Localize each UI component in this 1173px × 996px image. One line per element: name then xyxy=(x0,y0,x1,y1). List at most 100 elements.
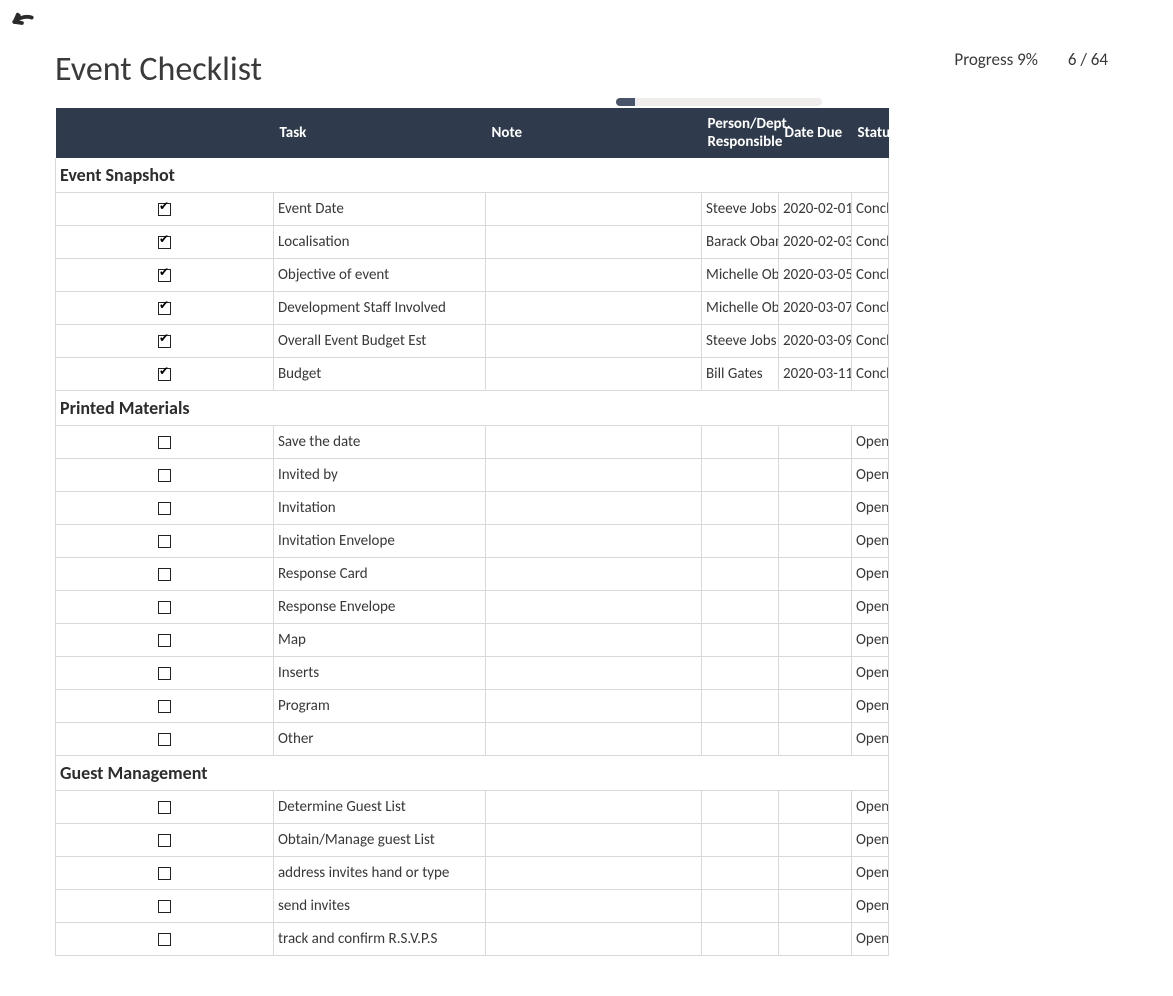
checkbox[interactable] xyxy=(158,502,171,515)
table-header: Task Note Person/Dept. Responsible Date … xyxy=(56,108,889,158)
checkbox[interactable] xyxy=(158,203,171,216)
table-row: Response EnvelopeOpened xyxy=(56,591,889,624)
checkbox[interactable] xyxy=(158,436,171,449)
table-row: ProgramOpened xyxy=(56,690,889,723)
task-cell: Invitation Envelope xyxy=(274,525,486,558)
person-cell xyxy=(702,459,779,492)
back-arrow-icon[interactable] xyxy=(10,10,36,36)
status-cell: Concluded xyxy=(852,292,889,325)
table-row: Overall Event Budget EstSteeve Jobs2020-… xyxy=(56,325,889,358)
note-cell xyxy=(486,624,702,657)
checkbox[interactable] xyxy=(158,236,171,249)
person-cell xyxy=(702,591,779,624)
person-cell: Bill Gates xyxy=(702,358,779,391)
task-cell: track and confirm R.S.V.P.S xyxy=(274,923,486,956)
status-cell: Opened xyxy=(852,492,889,525)
note-cell xyxy=(486,591,702,624)
note-cell xyxy=(486,459,702,492)
progress-label: Progress 9% xyxy=(954,49,1037,70)
person-cell xyxy=(702,723,779,756)
status-cell: Opened xyxy=(852,558,889,591)
note-cell xyxy=(486,723,702,756)
checkbox[interactable] xyxy=(158,634,171,647)
task-cell: Overall Event Budget Est xyxy=(274,325,486,358)
note-cell xyxy=(486,791,702,824)
checkbox[interactable] xyxy=(158,601,171,614)
table-row: Determine Guest ListOpened xyxy=(56,791,889,824)
person-cell: Barack Obama xyxy=(702,226,779,259)
table-row: InsertsOpened xyxy=(56,657,889,690)
status-cell: Opened xyxy=(852,923,889,956)
task-cell: Determine Guest List xyxy=(274,791,486,824)
progress-count: 6 / 64 xyxy=(1068,49,1108,70)
checkbox[interactable] xyxy=(158,269,171,282)
table-row: OtherOpened xyxy=(56,723,889,756)
checkbox[interactable] xyxy=(158,335,171,348)
status-cell: Concluded xyxy=(852,226,889,259)
person-cell: Steeve Jobs xyxy=(702,325,779,358)
checkbox[interactable] xyxy=(158,535,171,548)
section-header: Guest Management xyxy=(56,756,889,791)
checkbox[interactable] xyxy=(158,867,171,880)
status-cell: Opened xyxy=(852,657,889,690)
note-cell xyxy=(486,292,702,325)
status-cell: Opened xyxy=(852,857,889,890)
person-cell xyxy=(702,558,779,591)
task-cell: Objective of event xyxy=(274,259,486,292)
checkbox[interactable] xyxy=(158,900,171,913)
note-cell xyxy=(486,358,702,391)
due-cell xyxy=(779,791,852,824)
due-cell xyxy=(779,525,852,558)
checkbox[interactable] xyxy=(158,469,171,482)
table-row: Map Opened xyxy=(56,624,889,657)
checkbox[interactable] xyxy=(158,667,171,680)
checkbox[interactable] xyxy=(158,368,171,381)
person-cell xyxy=(702,624,779,657)
person-cell xyxy=(702,426,779,459)
checkbox[interactable] xyxy=(158,700,171,713)
task-cell: Localisation xyxy=(274,226,486,259)
status-cell: Opened xyxy=(852,426,889,459)
table-row: Obtain/Manage guest ListOpened xyxy=(56,824,889,857)
note-cell xyxy=(486,690,702,723)
checkbox[interactable] xyxy=(158,733,171,746)
section-header: Event Snapshot xyxy=(56,158,889,193)
due-cell xyxy=(779,723,852,756)
status-cell: Opened xyxy=(852,624,889,657)
note-cell xyxy=(486,824,702,857)
task-cell: Save the date xyxy=(274,426,486,459)
due-cell xyxy=(779,591,852,624)
task-cell: Budget xyxy=(274,358,486,391)
section-header: Printed Materials xyxy=(56,391,889,426)
note-cell xyxy=(486,426,702,459)
table-row: Objective of eventMichelle Obama2020-03-… xyxy=(56,259,889,292)
note-cell xyxy=(486,325,702,358)
table-row: send invitesOpened xyxy=(56,890,889,923)
person-cell xyxy=(702,890,779,923)
due-cell xyxy=(779,426,852,459)
status-cell: Opened xyxy=(852,591,889,624)
checkbox[interactable] xyxy=(158,834,171,847)
status-cell: Opened xyxy=(852,525,889,558)
checkbox[interactable] xyxy=(158,801,171,814)
table-row: track and confirm R.S.V.P.S Opened xyxy=(56,923,889,956)
table-row: Development Staff InvolvedMichelle Obama… xyxy=(56,292,889,325)
checklist-table: Task Note Person/Dept. Responsible Date … xyxy=(55,108,889,956)
checkbox[interactable] xyxy=(158,568,171,581)
person-cell xyxy=(702,525,779,558)
person-cell xyxy=(702,857,779,890)
task-cell: send invites xyxy=(274,890,486,923)
person-cell: Michelle Obama xyxy=(702,259,779,292)
status-cell: Opened xyxy=(852,723,889,756)
checkbox[interactable] xyxy=(158,933,171,946)
task-cell: Invitation xyxy=(274,492,486,525)
checkbox[interactable] xyxy=(158,302,171,315)
task-cell: Map xyxy=(274,624,486,657)
person-cell xyxy=(702,923,779,956)
note-cell xyxy=(486,193,702,226)
table-row: Invitation Envelope Opened xyxy=(56,525,889,558)
due-cell xyxy=(779,459,852,492)
note-cell xyxy=(486,558,702,591)
table-row: Save the date Opened xyxy=(56,426,889,459)
due-cell: 2020-03-07 xyxy=(779,292,852,325)
